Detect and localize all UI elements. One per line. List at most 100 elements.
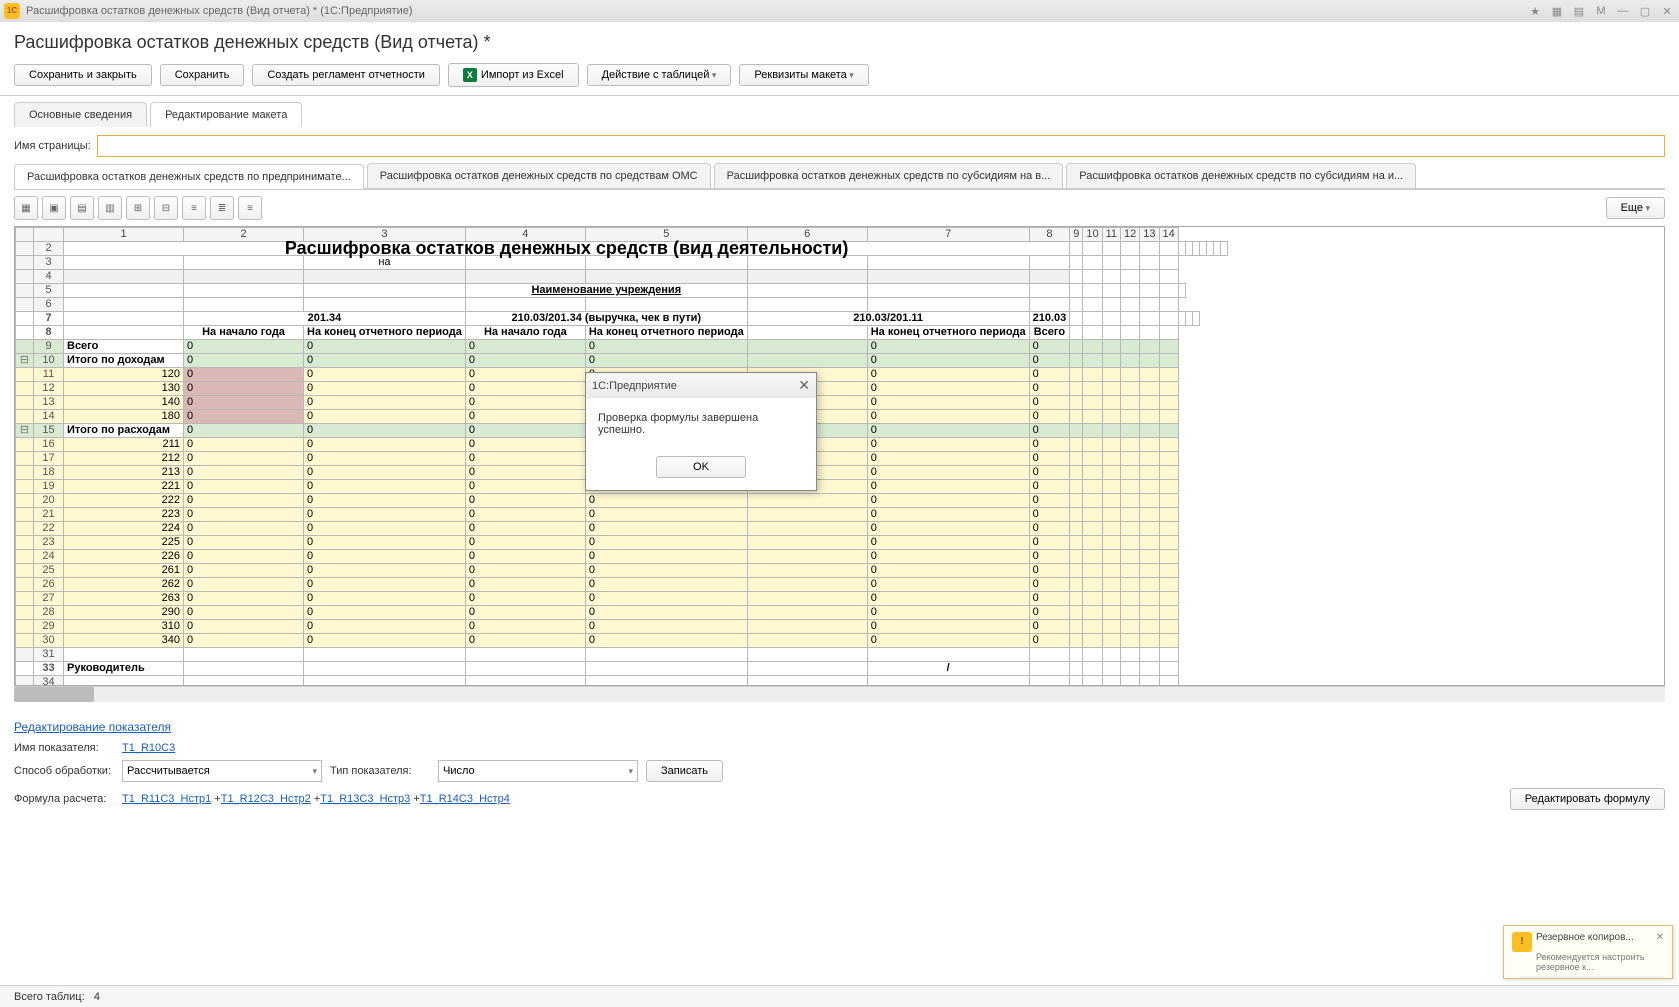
row-number[interactable]: 27: [34, 592, 64, 606]
notification-title[interactable]: Резервное копиров...: [1512, 932, 1664, 943]
formula-token[interactable]: Т1_R12C3_Нстр2: [221, 793, 311, 805]
row-number[interactable]: 21: [34, 508, 64, 522]
col-header[interactable]: 8: [1029, 228, 1070, 242]
page-name-input[interactable]: [97, 135, 1665, 157]
outline-toggle[interactable]: [16, 326, 34, 340]
col-header[interactable]: 13: [1140, 228, 1159, 242]
calc-icon[interactable]: ▤: [1571, 3, 1587, 19]
row-number[interactable]: 6: [34, 298, 64, 312]
row-number[interactable]: 33: [34, 662, 64, 676]
edit-formula-button[interactable]: Редактировать формулу: [1510, 788, 1665, 810]
outline-toggle[interactable]: [16, 508, 34, 522]
more-button[interactable]: Еще: [1606, 197, 1665, 219]
col-header[interactable]: 9: [1070, 228, 1083, 242]
row-number[interactable]: 3: [34, 256, 64, 270]
spreadsheet[interactable]: 12345678910111213142Расшифровка остатков…: [14, 226, 1665, 686]
outline-toggle[interactable]: [16, 410, 34, 424]
outline-toggle[interactable]: [16, 592, 34, 606]
outline-toggle[interactable]: [16, 494, 34, 508]
outline-toggle[interactable]: [16, 298, 34, 312]
row-number[interactable]: 28: [34, 606, 64, 620]
outline-toggle[interactable]: [16, 340, 34, 354]
outline-toggle[interactable]: ⊟: [16, 354, 34, 368]
ttb-1[interactable]: ▦: [14, 196, 38, 220]
row-number[interactable]: 2: [34, 242, 64, 256]
outline-toggle[interactable]: ⊟: [16, 424, 34, 438]
row-number[interactable]: 7: [34, 312, 64, 326]
indicator-name-link[interactable]: Т1_R10C3: [122, 742, 175, 754]
outline-toggle[interactable]: [16, 578, 34, 592]
dialog-ok-button[interactable]: OK: [656, 456, 746, 478]
ttb-4[interactable]: ▥: [98, 196, 122, 220]
write-button[interactable]: Записать: [646, 760, 723, 782]
col-header[interactable]: 12: [1121, 228, 1140, 242]
align-right-icon[interactable]: ≡: [238, 196, 262, 220]
method-combo[interactable]: Рассчитывается: [122, 760, 322, 782]
tab-edit-layout[interactable]: Редактирование макета: [150, 102, 302, 127]
col-header[interactable]: 7: [867, 228, 1029, 242]
outline-toggle[interactable]: [16, 620, 34, 634]
help-icon[interactable]: M: [1593, 3, 1609, 19]
outline-toggle[interactable]: [16, 550, 34, 564]
row-number[interactable]: 13: [34, 396, 64, 410]
outline-toggle[interactable]: [16, 648, 34, 662]
template-tab-0[interactable]: Расшифровка остатков денежных средств по…: [14, 164, 364, 189]
outline-toggle[interactable]: [16, 480, 34, 494]
outline-toggle[interactable]: [16, 438, 34, 452]
outline-toggle[interactable]: [16, 606, 34, 620]
outline-toggle[interactable]: [16, 368, 34, 382]
row-number[interactable]: 14: [34, 410, 64, 424]
row-number[interactable]: 4: [34, 270, 64, 284]
col-header[interactable]: 10: [1083, 228, 1102, 242]
row-number[interactable]: 11: [34, 368, 64, 382]
align-left-icon[interactable]: ≡: [182, 196, 206, 220]
row-number[interactable]: 9: [34, 340, 64, 354]
row-number[interactable]: 26: [34, 578, 64, 592]
outline-toggle[interactable]: [16, 270, 34, 284]
row-number[interactable]: 8: [34, 326, 64, 340]
outline-toggle[interactable]: [16, 382, 34, 396]
row-number[interactable]: 22: [34, 522, 64, 536]
maximize-icon[interactable]: ▢: [1637, 3, 1653, 19]
row-number[interactable]: 24: [34, 550, 64, 564]
row-number[interactable]: 12: [34, 382, 64, 396]
formula-token[interactable]: Т1_R11C3_Нстр1: [122, 793, 211, 805]
col-header[interactable]: 14: [1159, 228, 1178, 242]
outline-toggle[interactable]: [16, 564, 34, 578]
notification-close-icon[interactable]: ✕: [1656, 932, 1664, 943]
row-number[interactable]: 29: [34, 620, 64, 634]
grid-icon[interactable]: ▦: [1549, 3, 1565, 19]
outline-toggle[interactable]: [16, 634, 34, 648]
minimize-icon[interactable]: —: [1615, 3, 1631, 19]
layout-props-dropdown[interactable]: Реквизиты макета: [739, 64, 868, 86]
outline-toggle[interactable]: [16, 452, 34, 466]
formula-token[interactable]: Т1_R14C3_Нстр4: [420, 793, 510, 805]
formula-token[interactable]: Т1_R13C3_Нстр3: [320, 793, 410, 805]
outline-toggle[interactable]: [16, 536, 34, 550]
row-number[interactable]: 19: [34, 480, 64, 494]
row-number[interactable]: 31: [34, 648, 64, 662]
template-tab-3[interactable]: Расшифровка остатков денежных средств по…: [1066, 163, 1416, 188]
row-number[interactable]: 16: [34, 438, 64, 452]
star-icon[interactable]: ★: [1527, 3, 1543, 19]
ttb-5[interactable]: ⊞: [126, 196, 150, 220]
horizontal-scrollbar[interactable]: [14, 686, 1665, 702]
table-action-dropdown[interactable]: Действие с таблицей: [587, 64, 732, 86]
col-header[interactable]: 11: [1102, 228, 1120, 242]
outline-toggle[interactable]: [16, 312, 34, 326]
col-header[interactable]: 1: [64, 228, 184, 242]
outline-toggle[interactable]: [16, 256, 34, 270]
ttb-6[interactable]: ⊟: [154, 196, 178, 220]
template-tab-1[interactable]: Расшифровка остатков денежных средств по…: [367, 163, 711, 188]
template-tab-2[interactable]: Расшифровка остатков денежных средств по…: [714, 163, 1064, 188]
tab-main-info[interactable]: Основные сведения: [14, 102, 147, 127]
outline-toggle[interactable]: [16, 284, 34, 298]
outline-toggle[interactable]: [16, 662, 34, 676]
row-number[interactable]: 20: [34, 494, 64, 508]
outline-toggle[interactable]: [16, 466, 34, 480]
save-button[interactable]: Сохранить: [160, 64, 245, 86]
create-reglament-button[interactable]: Создать регламент отчетности: [252, 64, 440, 86]
outline-toggle[interactable]: [16, 676, 34, 687]
row-number[interactable]: 34: [34, 676, 64, 687]
row-number[interactable]: 30: [34, 634, 64, 648]
